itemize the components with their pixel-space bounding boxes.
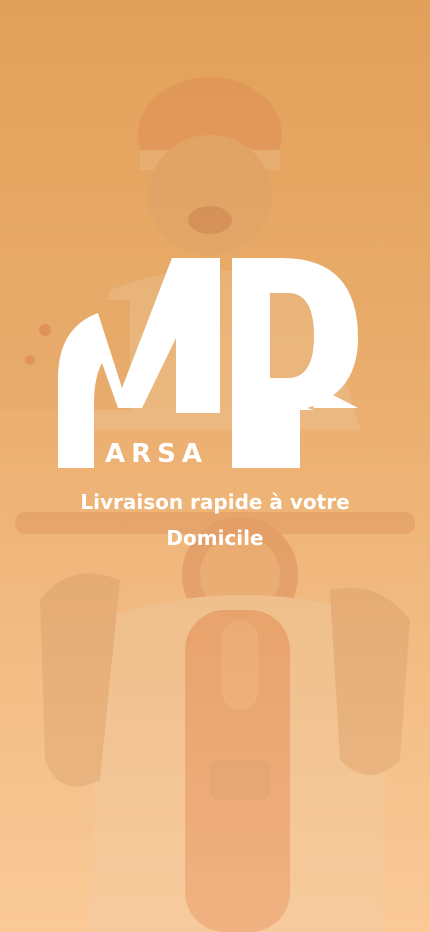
splash-screen: ARSA IDE Livraison rapide à votre Domici… [0,0,430,932]
logo-wordmark-marsa: ARSA [105,439,208,469]
tagline: Livraison rapide à votre Domicile [80,490,350,550]
logo-wordmark-ride: IDE [240,439,308,469]
